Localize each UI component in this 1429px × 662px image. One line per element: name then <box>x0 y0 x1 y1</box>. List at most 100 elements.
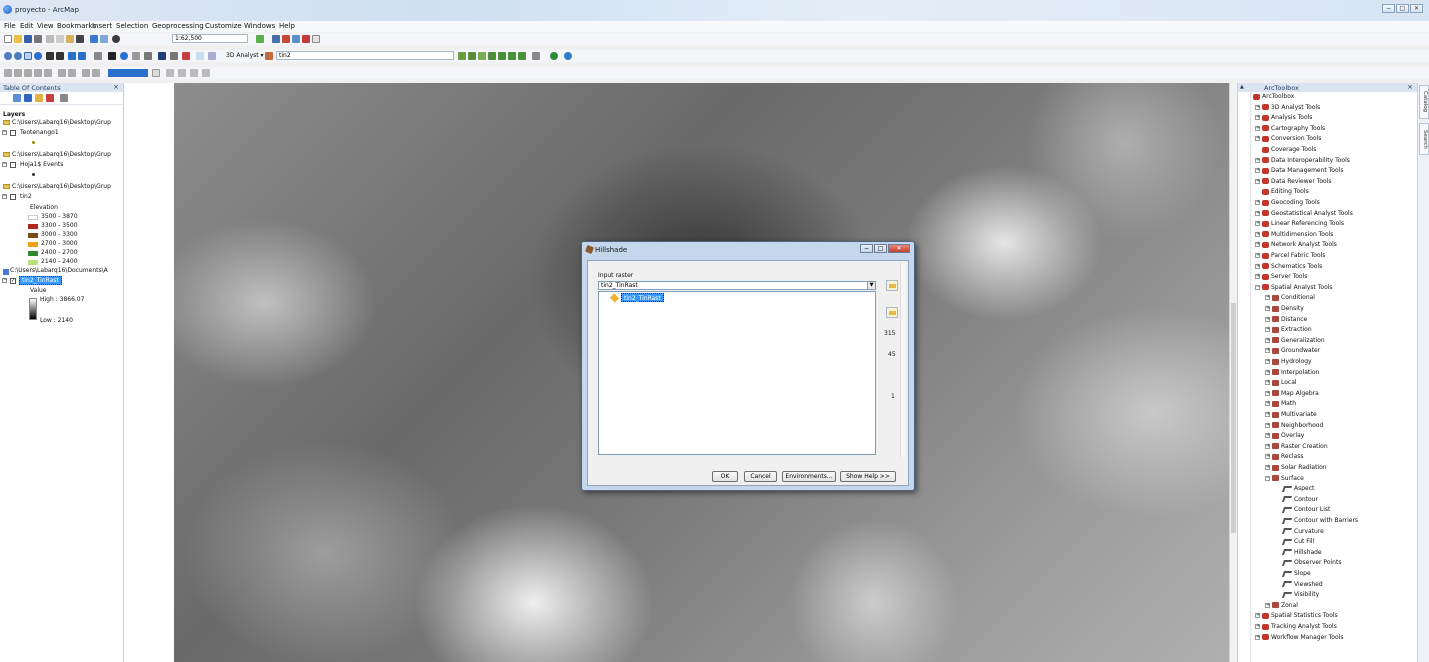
toolset-item[interactable]: + Interpolation <box>1265 368 1319 378</box>
toolset-item[interactable]: + Hydrology <box>1265 357 1312 367</box>
expand-icon[interactable]: + <box>1255 104 1260 110</box>
ok-button[interactable]: OK <box>712 471 738 482</box>
expand-icon[interactable]: + <box>1265 327 1270 333</box>
collapse-icon[interactable]: − <box>2 162 7 167</box>
environments-button[interactable]: Environments... <box>782 471 836 482</box>
toolset-item[interactable]: − Surface <box>1265 474 1304 484</box>
tool-item[interactable]: Slope <box>1281 569 1311 579</box>
add-data-icon[interactable] <box>112 35 120 43</box>
menu-selection[interactable]: Selection <box>116 22 148 30</box>
expand-icon[interactable]: + <box>1265 306 1270 311</box>
expand-icon[interactable]: + <box>1255 115 1260 121</box>
toolset-item[interactable]: + Local <box>1265 378 1297 388</box>
map-scrollbar[interactable] <box>1229 83 1237 662</box>
toolbox-item[interactable]: Coverage Tools <box>1262 145 1316 155</box>
expand-icon[interactable]: + <box>1255 136 1260 142</box>
scroll-thumb[interactable] <box>1231 303 1236 533</box>
collapse-icon[interactable]: − <box>2 278 7 283</box>
fixed-zoom-out-icon[interactable] <box>56 52 64 60</box>
cut-icon[interactable] <box>46 35 54 43</box>
delete-icon[interactable] <box>76 35 84 43</box>
list-by-visibility-icon[interactable] <box>35 94 43 102</box>
toc-icon[interactable] <box>272 35 280 43</box>
expand-icon[interactable]: + <box>1265 465 1270 470</box>
toolset-item[interactable]: + Reclass <box>1265 452 1304 462</box>
toolset-item[interactable]: + Math <box>1265 399 1296 409</box>
zoom-out-icon[interactable] <box>14 52 22 60</box>
raster-option[interactable]: tin2_TinRast <box>621 293 664 302</box>
pin-close-icon[interactable]: ⨯ <box>1407 83 1413 91</box>
expand-icon[interactable]: + <box>1255 210 1260 216</box>
toolbox-item[interactable]: + Analysis Tools <box>1255 113 1312 123</box>
menu-geoprocessing[interactable]: Geoprocessing <box>152 22 204 30</box>
input-raster-combo[interactable]: tin2_TinRast ▼ <box>598 281 876 290</box>
select-features-icon[interactable] <box>94 52 102 60</box>
layer-checkbox[interactable] <box>10 162 16 168</box>
list-by-drawing-order-icon[interactable] <box>13 94 21 102</box>
toolset-item[interactable]: + Extraction <box>1265 325 1312 335</box>
toolbox-item[interactable]: Editing Tools <box>1262 187 1309 197</box>
expand-icon[interactable]: + <box>1255 200 1260 205</box>
toolset-item[interactable]: + Groundwater <box>1265 346 1320 356</box>
profile-graph-icon[interactable] <box>518 52 526 60</box>
interpolate-polygon-icon[interactable] <box>508 52 516 60</box>
expand-icon[interactable]: + <box>1255 242 1260 248</box>
toolbox-item[interactable]: + Spatial Statistics Tools <box>1255 611 1338 621</box>
chevron-down-icon[interactable]: ▼ <box>867 282 875 289</box>
toolbox-item[interactable]: +3D Analyst Tools <box>1255 103 1320 113</box>
expand-icon[interactable]: + <box>1265 316 1270 322</box>
menu-edit[interactable]: Edit <box>20 22 34 30</box>
dialog-minimize-button[interactable]: − <box>860 244 873 253</box>
expand-icon[interactable]: + <box>1265 443 1270 449</box>
find-route-icon[interactable] <box>170 52 178 60</box>
expand-icon[interactable]: + <box>1255 125 1260 131</box>
minimize-button[interactable]: − <box>1382 4 1395 13</box>
expand-icon[interactable]: + <box>1265 412 1270 417</box>
select-elements-icon[interactable] <box>108 52 116 60</box>
fixed-zoom-in-icon[interactable] <box>46 52 54 60</box>
time-slider-icon[interactable] <box>196 52 204 60</box>
expand-icon[interactable]: + <box>1265 602 1270 608</box>
expand-icon[interactable]: + <box>1255 274 1260 280</box>
collapse-icon[interactable]: − <box>1265 475 1270 481</box>
expand-icon[interactable]: + <box>1255 178 1260 184</box>
workspace-path[interactable]: C:\Users\Labarq16\Desktop\Grup <box>12 183 111 190</box>
viewer-icon[interactable] <box>208 52 216 60</box>
expand-icon[interactable]: + <box>1255 253 1260 258</box>
expand-icon[interactable]: + <box>1265 433 1270 439</box>
chart-icon[interactable] <box>532 52 540 60</box>
3d-analyst-menu[interactable]: 3D Analyst ▾ <box>226 52 264 59</box>
maximize-button[interactable]: □ <box>1396 4 1409 13</box>
save-icon[interactable] <box>24 35 32 43</box>
layout-pan-icon[interactable] <box>24 69 32 77</box>
layer-checkbox[interactable] <box>10 130 16 136</box>
tool-item[interactable]: Contour with Barriers <box>1281 516 1358 526</box>
expand-icon[interactable]: + <box>1255 168 1260 174</box>
focus-frame-icon[interactable] <box>190 69 198 77</box>
toolbox-item[interactable]: + Server Tools <box>1255 272 1307 282</box>
redo-icon[interactable] <box>100 35 108 43</box>
open-icon[interactable] <box>14 35 22 43</box>
layout-zoom-in-icon[interactable] <box>4 69 12 77</box>
print-icon[interactable] <box>34 35 42 43</box>
layout-back-icon[interactable] <box>82 69 90 77</box>
fill-color-icon[interactable] <box>108 69 148 77</box>
back-icon[interactable] <box>68 52 76 60</box>
expand-icon[interactable]: + <box>1255 157 1260 163</box>
workspace-path[interactable]: C:\Users\Labarq16\Documents\A <box>10 267 108 274</box>
toolbox-item[interactable]: + Multidimension Tools <box>1255 230 1333 240</box>
toolbox-item[interactable]: − Spatial Analyst Tools <box>1255 283 1333 293</box>
menu-file[interactable]: File <box>4 22 16 30</box>
options-icon[interactable] <box>60 94 68 102</box>
menu-view[interactable]: View <box>37 22 54 30</box>
workspace-path[interactable]: C:\Users\Labarq16\Desktop\Grup <box>12 151 111 158</box>
dialog-close-button[interactable]: ✕ <box>888 244 910 253</box>
tool-item[interactable]: Viewshed <box>1281 580 1323 590</box>
paste-icon[interactable] <box>66 35 74 43</box>
toolbox-root[interactable]: ArcToolbox <box>1253 92 1294 102</box>
layout-fixed-out-icon[interactable] <box>68 69 76 77</box>
arctoolbox-icon[interactable] <box>302 35 310 43</box>
layer-name-selected[interactable]: tin2_TinRast <box>19 276 62 285</box>
toolbox-item[interactable]: + Data Management Tools <box>1255 166 1343 176</box>
toolset-item[interactable]: + Solar Radiation <box>1265 463 1327 473</box>
